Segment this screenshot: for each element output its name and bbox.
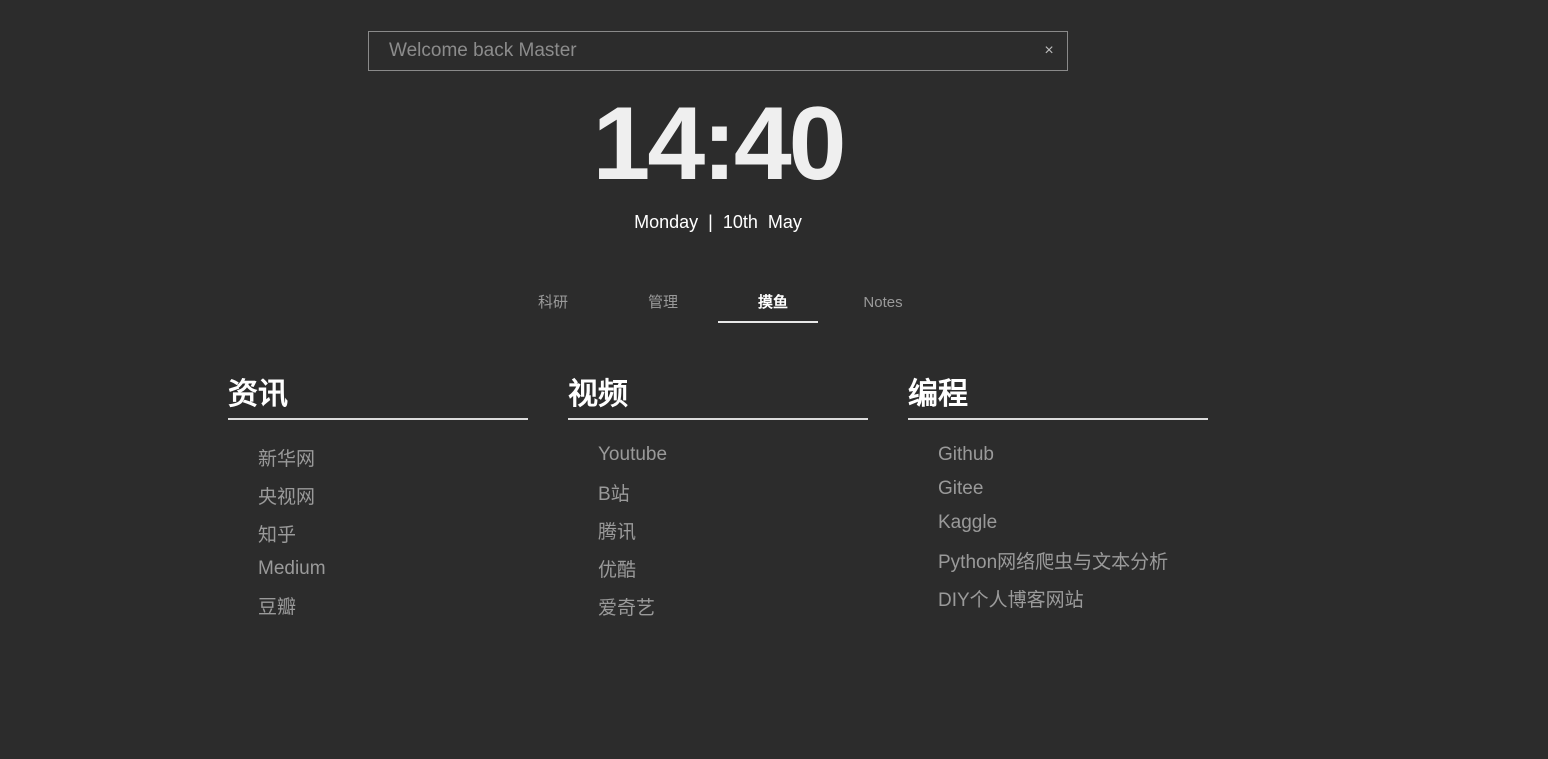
link-diy-blog[interactable]: DIY个人博客网站 [938, 585, 1084, 612]
tab-leisure[interactable]: 摸鱼 [718, 283, 828, 323]
search-input[interactable] [369, 32, 1029, 70]
link-python-scraping[interactable]: Python网络爬虫与文本分析 [938, 547, 1168, 574]
news-column: 资讯 新华网 央视网 知乎 Medium 豆瓣 [228, 372, 528, 618]
video-column-title: 视频 [568, 372, 868, 420]
tab-notes[interactable]: Notes [828, 283, 938, 323]
clock-date: Monday | 10th May [634, 212, 802, 232]
clear-search-button[interactable]: × [1039, 41, 1059, 61]
link-iqiyi[interactable]: 爱奇艺 [598, 593, 655, 620]
link-tencent[interactable]: 腾讯 [598, 517, 636, 544]
link-medium[interactable]: Medium [258, 558, 326, 580]
programming-column: 编程 Github Gitee Kaggle Python网络爬虫与文本分析 D… [908, 372, 1208, 611]
news-column-title: 资讯 [228, 372, 528, 420]
link-github[interactable]: Github [938, 444, 994, 466]
tab-research[interactable]: 科研 [498, 283, 608, 323]
video-column: 视频 Youtube B站 腾讯 优酷 爱奇艺 [568, 372, 868, 619]
link-kaggle[interactable]: Kaggle [938, 512, 997, 534]
tab-bar: 科研 管理 摸鱼 Notes [498, 283, 938, 323]
link-douban[interactable]: 豆瓣 [258, 592, 296, 619]
active-tab-indicator [718, 321, 818, 323]
link-youtube[interactable]: Youtube [598, 444, 667, 466]
clock-time: 14:40 [592, 86, 847, 202]
search-box: × [368, 31, 1068, 71]
link-zhihu[interactable]: 知乎 [258, 520, 296, 547]
link-youku[interactable]: 优酷 [598, 555, 636, 582]
link-xinhua[interactable]: 新华网 [258, 444, 315, 471]
link-cctv[interactable]: 央视网 [258, 482, 315, 509]
link-gitee[interactable]: Gitee [938, 478, 983, 500]
programming-column-title: 编程 [908, 372, 1208, 420]
tab-management[interactable]: 管理 [608, 283, 718, 323]
link-bilibili[interactable]: B站 [598, 479, 630, 506]
